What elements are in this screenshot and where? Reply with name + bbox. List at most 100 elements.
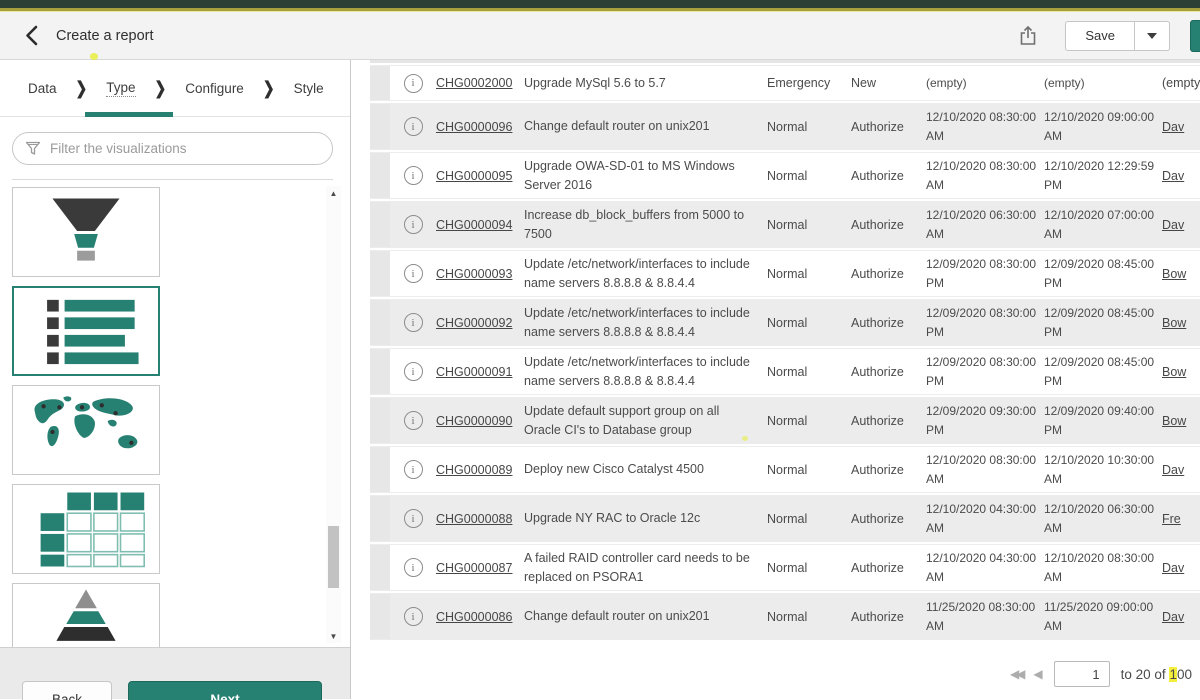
- state-cell: Authorize: [851, 512, 926, 526]
- assigned-to-link[interactable]: Dav: [1162, 120, 1184, 134]
- record-number-cell: CHG0000088: [436, 512, 524, 526]
- record-number-link[interactable]: CHG0000087: [436, 561, 512, 575]
- step-data[interactable]: Data: [28, 81, 57, 96]
- record-number-cell: CHG0002000: [436, 76, 524, 90]
- assigned-to-link[interactable]: Dav: [1162, 463, 1184, 477]
- table-row: i CHG0000092 Update /etc/network/interfa…: [370, 299, 1200, 346]
- viz-thumbnail-funnel[interactable]: [12, 187, 160, 277]
- record-number-link[interactable]: CHG0000092: [436, 316, 512, 330]
- first-page-icon[interactable]: ◀◀: [1010, 667, 1022, 681]
- record-number-cell: CHG0000091: [436, 365, 524, 379]
- visualization-type-list: ▲ ▼: [0, 180, 350, 647]
- step-type[interactable]: Type: [106, 80, 135, 97]
- state-cell: Authorize: [851, 169, 926, 183]
- assigned-to-link[interactable]: Bow: [1162, 414, 1186, 428]
- state-cell: Authorize: [851, 463, 926, 477]
- save-button[interactable]: Save: [1065, 21, 1135, 51]
- planned-start-cell: 12/09/2020 08:30:00 PM: [926, 255, 1044, 292]
- assigned-to-cell: Fre: [1162, 512, 1200, 526]
- priority-cell: Normal: [767, 512, 851, 526]
- run-button-clipped[interactable]: [1190, 20, 1200, 52]
- viz-thumbnail-map[interactable]: [12, 385, 160, 475]
- record-number-cell: CHG0000089: [436, 463, 524, 477]
- scroll-up-icon[interactable]: ▲: [326, 186, 341, 200]
- record-number-link[interactable]: CHG0000089: [436, 463, 512, 477]
- state-cell: Authorize: [851, 218, 926, 232]
- planned-start-cell: 12/09/2020 09:30:00 PM: [926, 402, 1044, 439]
- info-icon[interactable]: i: [404, 607, 423, 626]
- assigned-to-link[interactable]: (empty): [1162, 76, 1200, 90]
- planned-end-cell: 12/10/2020 07:00:00 AM: [1044, 206, 1162, 243]
- state-cell: Authorize: [851, 414, 926, 428]
- info-icon[interactable]: i: [404, 509, 423, 528]
- info-icon[interactable]: i: [404, 166, 423, 185]
- assigned-to-link[interactable]: Bow: [1162, 267, 1186, 281]
- assigned-to-link[interactable]: Dav: [1162, 169, 1184, 183]
- filter-funnel-icon: [25, 141, 41, 156]
- save-dropdown-button[interactable]: [1135, 21, 1170, 51]
- assigned-to-link[interactable]: Dav: [1162, 218, 1184, 232]
- priority-cell: Normal: [767, 169, 851, 183]
- step-style[interactable]: Style: [294, 81, 324, 96]
- viz-thumbnail-heatmap[interactable]: [12, 484, 160, 574]
- page-title: Create a report: [56, 28, 154, 44]
- scroll-down-icon[interactable]: ▼: [326, 629, 341, 643]
- record-number-link[interactable]: CHG0000094: [436, 218, 512, 232]
- assigned-to-link[interactable]: Dav: [1162, 561, 1184, 575]
- info-icon[interactable]: i: [404, 264, 423, 283]
- viz-thumbnail-list[interactable]: [12, 286, 160, 376]
- record-number-link[interactable]: CHG0000095: [436, 169, 512, 183]
- record-number-link[interactable]: CHG0000096: [436, 120, 512, 134]
- record-info-cell: i: [390, 313, 436, 332]
- planned-end-cell: 12/10/2020 08:30:00 AM: [1044, 549, 1162, 586]
- step-configure[interactable]: Configure: [185, 81, 244, 96]
- assigned-to-link[interactable]: Dav: [1162, 610, 1184, 624]
- record-number-link[interactable]: CHG0002000: [436, 76, 512, 90]
- previous-page-icon[interactable]: ◀: [1033, 667, 1042, 681]
- page-number-input[interactable]: [1054, 661, 1110, 687]
- assigned-to-link[interactable]: Fre: [1162, 512, 1181, 526]
- table-row: i CHG0000087 A failed RAID controller ca…: [370, 544, 1200, 591]
- planned-start-cell: 12/10/2020 04:30:00 AM: [926, 500, 1044, 537]
- visualization-filter-field[interactable]: [12, 132, 333, 165]
- record-number-link[interactable]: CHG0000093: [436, 267, 512, 281]
- record-number-link[interactable]: CHG0000088: [436, 512, 512, 526]
- info-icon[interactable]: i: [404, 460, 423, 479]
- panel-scrollbar[interactable]: ▲ ▼: [326, 186, 341, 643]
- short-description-cell: Upgrade OWA-SD-01 to MS Windows Server 2…: [524, 157, 767, 195]
- record-info-cell: i: [390, 166, 436, 185]
- heatmap-icon: [13, 484, 159, 574]
- info-icon[interactable]: i: [404, 313, 423, 332]
- back-chevron-icon[interactable]: [22, 25, 40, 47]
- priority-cell: Normal: [767, 316, 851, 330]
- filter-input[interactable]: [50, 141, 320, 156]
- info-icon[interactable]: i: [404, 74, 423, 93]
- back-button[interactable]: Back: [22, 681, 112, 700]
- assigned-to-link[interactable]: Bow: [1162, 316, 1186, 330]
- next-button[interactable]: Next: [128, 681, 322, 700]
- info-icon[interactable]: i: [404, 117, 423, 136]
- short-description-cell: Upgrade MySql 5.6 to 5.7: [524, 74, 767, 93]
- record-number-cell: CHG0000093: [436, 267, 524, 281]
- assigned-to-link[interactable]: Bow: [1162, 365, 1186, 379]
- scrollbar-thumb[interactable]: [328, 526, 339, 588]
- record-number-link[interactable]: CHG0000091: [436, 365, 512, 379]
- record-number-link[interactable]: CHG0000086: [436, 610, 512, 624]
- info-icon[interactable]: i: [404, 362, 423, 381]
- short-description-cell: Deploy new Cisco Catalyst 4500: [524, 460, 767, 479]
- record-number-link[interactable]: CHG0000090: [436, 414, 512, 428]
- records-table-body: i CHG0002000 Upgrade MySql 5.6 to 5.7 Em…: [370, 65, 1200, 640]
- state-cell: Authorize: [851, 561, 926, 575]
- state-cell: Authorize: [851, 610, 926, 624]
- row-gutter: [370, 153, 390, 198]
- info-icon[interactable]: i: [404, 215, 423, 234]
- info-icon[interactable]: i: [404, 411, 423, 430]
- viz-thumbnail-pyramid[interactable]: [12, 583, 160, 647]
- assigned-to-cell: Bow: [1162, 316, 1200, 330]
- share-export-icon[interactable]: [1015, 23, 1041, 49]
- priority-cell: Normal: [767, 267, 851, 281]
- planned-end-cell: 12/10/2020 12:29:59 PM: [1044, 157, 1162, 194]
- record-info-cell: i: [390, 215, 436, 234]
- info-icon[interactable]: i: [404, 558, 423, 577]
- planned-start-cell: 12/09/2020 08:30:00 PM: [926, 304, 1044, 341]
